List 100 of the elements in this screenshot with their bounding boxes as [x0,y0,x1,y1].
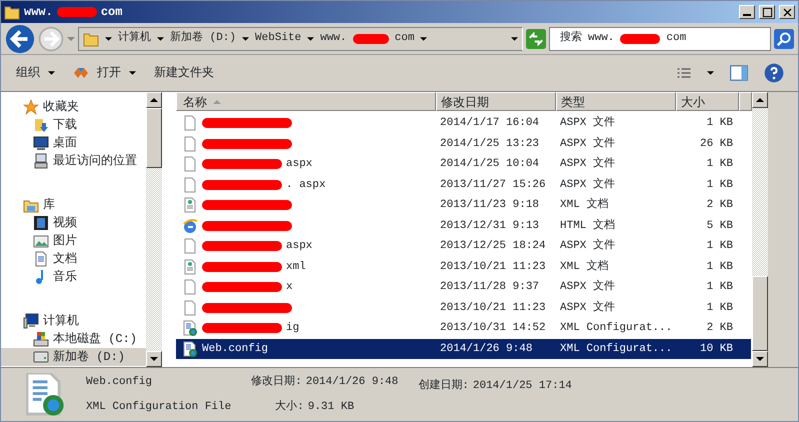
scroll-down-button[interactable] [146,351,162,367]
xml-file-icon [182,197,198,214]
search-placeholder: 搜索 [560,30,582,46]
caret-icon [707,71,714,75]
document-icon [33,251,49,267]
scroll-up-button[interactable] [146,92,162,108]
file-name: xml [286,260,306,274]
window-title-text: www. [24,4,53,21]
open-button[interactable]: 打开 [72,63,137,83]
sidebar-item[interactable]: 本地磁盘 (C:) [1,330,146,348]
file-size: 1 KB [706,260,734,274]
file-row[interactable]: . aspx 2013/11/27 15:26 ASPX 文件 1 KB [176,174,751,195]
scrollbar-thumb[interactable] [752,276,768,351]
caret-icon [129,71,136,75]
view-options-button[interactable] [677,68,691,78]
xml-file-icon [182,258,198,275]
file-row[interactable]: 2014/1/17 16:04 ASPX 文件 1 KB [176,113,751,134]
file-size: 10 KB [698,342,734,356]
sort-arrow-icon [213,100,221,104]
column-header[interactable]: 类型 [556,92,676,111]
sidebar-group[interactable]: 计算机 [1,312,146,330]
star-icon [23,99,39,115]
caret-icon [157,36,164,40]
file-size: 1 KB [706,178,734,192]
file-row[interactable]: aspx 2013/12/25 18:24 ASPX 文件 1 KB [176,236,751,256]
file-icon [182,176,198,193]
file-size: 2 KB [706,321,734,336]
column-header[interactable]: 名称 [176,92,436,111]
sidebar-item[interactable]: 下载 [1,116,146,134]
file-row[interactable]: aspx 2014/1/25 10:04 ASPX 文件 1 KB [176,154,751,174]
address-bar[interactable]: 计算机 新加卷 (D:) WebSite www. com [78,26,523,50]
download-folder-icon [33,117,49,133]
sidebar-item[interactable]: 图片 [1,232,146,250]
breadcrumb[interactable]: www. [320,30,347,47]
minimize-button[interactable] [739,5,755,19]
new-folder-button[interactable]: 新建文件夹 [153,63,215,83]
file-row[interactable]: Web.config 2014/1/26 9:48 XML Configurat... 10 KB [176,338,751,359]
organize-button[interactable]: 组织 [15,63,56,83]
detail-value: 9.31 KB [308,400,354,414]
sidebar-item[interactable]: 最近访问的位置 [1,152,146,170]
modified-date: 2013/11/27 15:26 [439,178,547,192]
file-icon [182,300,198,316]
file-name: x [286,280,293,295]
modified-date: 2013/10/21 11:23 [439,260,547,274]
folder-icon [83,30,99,46]
scroll-up-button[interactable] [752,92,768,108]
modified-date: 2014/1/26 9:48 [439,342,534,356]
modified-date: 2013/12/25 18:24 [439,239,547,254]
scrollbar-thumb[interactable] [146,108,162,168]
sidebar-group[interactable]: 库 [1,196,146,214]
file-row[interactable]: ig 2013/10/31 14:52 XML Configurat... 2 KB [176,318,751,338]
caret-icon [511,36,518,40]
sidebar-item[interactable]: 视频 [1,214,146,232]
sidebar-item[interactable]: 音乐 [1,268,146,286]
breadcrumb[interactable]: 计算机 [118,30,151,47]
refresh-button[interactable] [526,28,546,48]
sidebar-group[interactable]: 收藏夹 [1,98,146,116]
down-arrow-icon [150,357,158,361]
breadcrumb[interactable]: com [394,30,414,47]
file-type: XML 文档 [559,197,610,213]
scroll-down-button[interactable] [752,351,768,367]
file-row[interactable]: 2014/1/25 13:23 ASPX 文件 26 KB [176,134,751,154]
up-arrow-icon [150,98,158,102]
close-button[interactable] [779,5,795,19]
monitor-icon [33,135,49,151]
preview-pane-button[interactable] [730,65,748,81]
maximize-button[interactable] [759,5,775,19]
file-row[interactable]: 2013/11/23 9:18 XML 文档 2 KB [176,195,751,216]
sidebar-item[interactable]: 桌面 [1,134,146,152]
sidebar-item[interactable]: 文档 [1,250,146,268]
file-size: 1 KB [706,300,734,316]
breadcrumb[interactable]: 新加卷 (D:) [170,30,236,47]
file-icon [182,279,198,296]
modified-date: 2013/12/31 9:13 [439,218,540,234]
file-row[interactable]: 2013/12/31 9:13 HTML 文档 5 KB [176,216,751,236]
modified-date: 2013/10/21 11:23 [439,300,547,316]
sidebar-item[interactable]: 新加卷 (D:) [1,348,146,366]
file-type: ASPX 文件 [559,136,616,152]
recent-places-icon [33,153,49,169]
maximize-icon [762,6,772,18]
config-file-icon [182,340,198,357]
detail-label: 修改日期: [251,374,302,390]
detail-label: 大小: [275,399,304,414]
file-row[interactable]: x 2013/11/28 9:37 ASPX 文件 1 KB [176,277,751,298]
modified-date: 2013/11/23 9:18 [439,198,540,213]
modified-date: 2014/1/25 13:23 [439,136,540,152]
column-header[interactable]: 大小 [676,92,739,111]
file-size: 2 KB [706,198,734,213]
browser-file-icon [182,218,198,234]
file-row[interactable]: 2013/10/21 11:23 ASPX 文件 1 KB [176,298,751,318]
help-button[interactable] [764,63,784,83]
file-type: ASPX 文件 [559,238,616,254]
breadcrumb[interactable]: WebSite [255,30,302,47]
back-button[interactable] [5,24,35,54]
column-header[interactable]: 修改日期 [436,92,556,111]
file-row[interactable]: xml 2013/10/21 11:23 XML 文档 1 KB [176,256,751,277]
film-icon [33,215,49,231]
modified-date: 2013/11/28 9:37 [439,280,540,295]
search-button[interactable] [774,28,794,48]
search-field[interactable]: 搜索 www. com [549,26,771,50]
